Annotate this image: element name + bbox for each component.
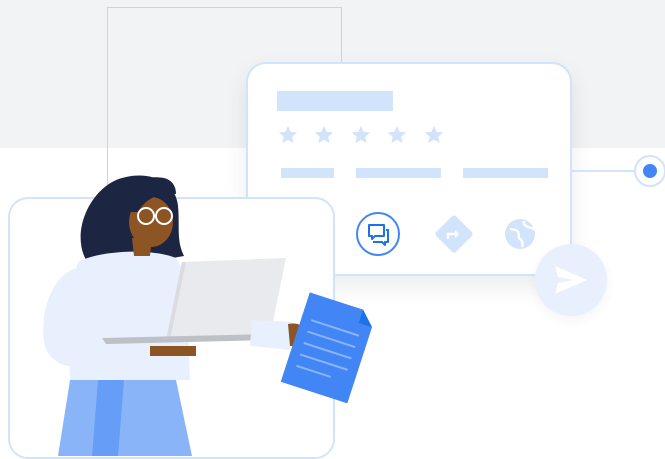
person-illustration — [43, 175, 373, 456]
